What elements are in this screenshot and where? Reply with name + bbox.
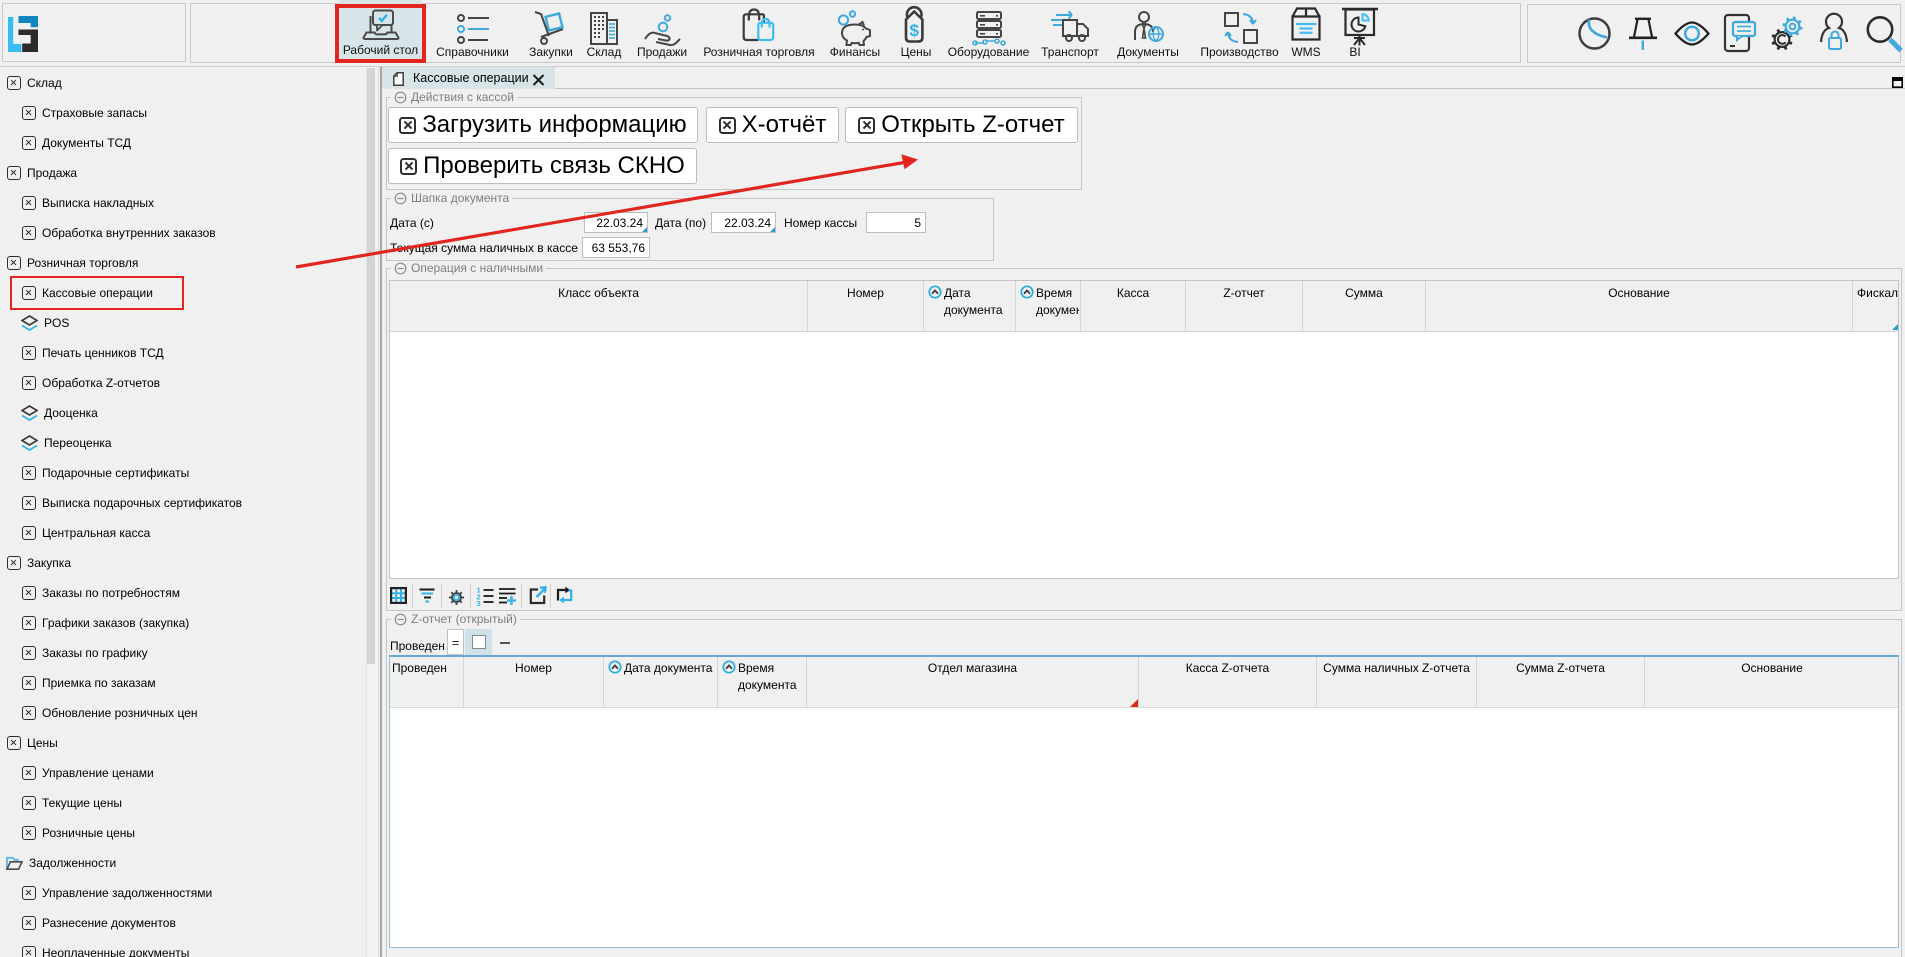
svg-text:3: 3	[477, 599, 481, 606]
svg-text:$: $	[909, 21, 919, 40]
